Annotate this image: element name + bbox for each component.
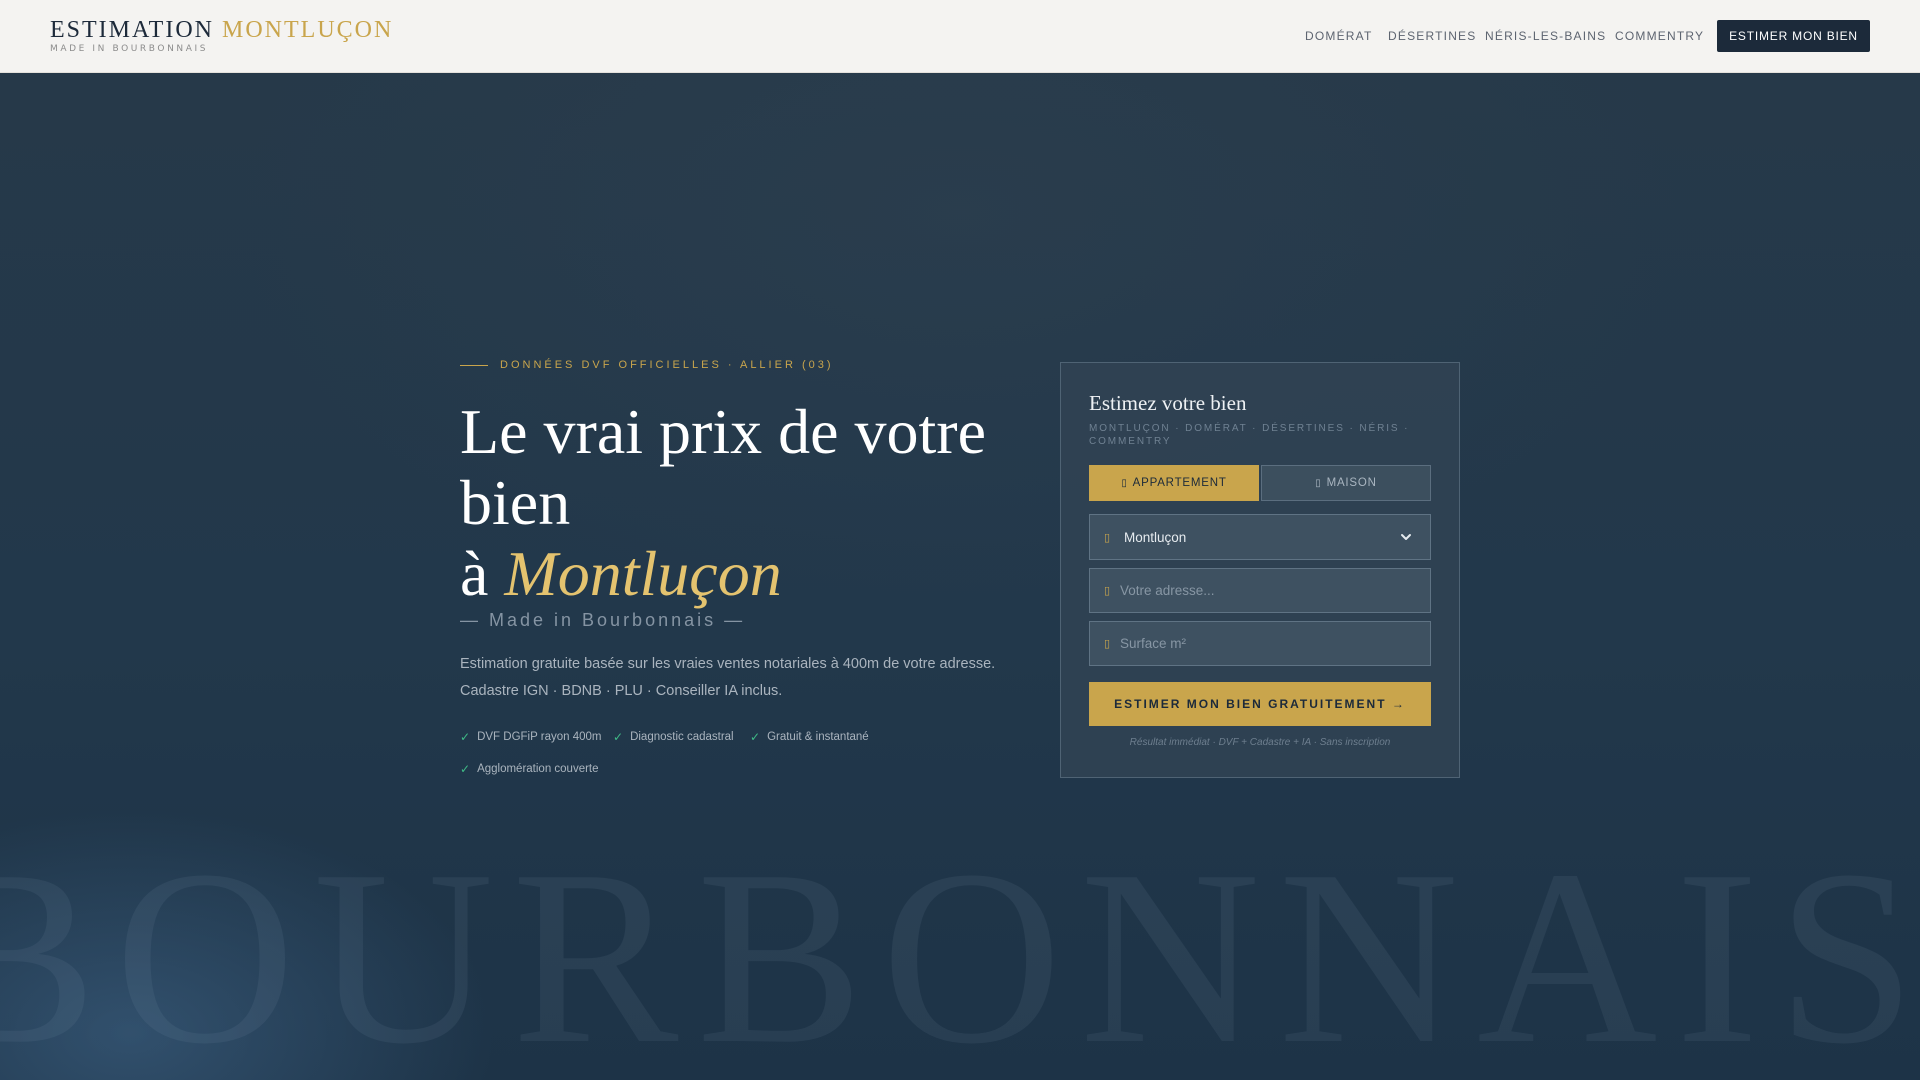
hero-headline: Le vrai prix de votre bien à Montluçon — [460, 396, 1020, 609]
surface-icon: ▯ — [1104, 638, 1111, 650]
feature-label: Diagnostic cadastral — [630, 731, 734, 743]
submit-estimate-button[interactable]: ESTIMER MON BIEN GRATUITEMENT → — [1089, 682, 1431, 726]
form-title: Estimez votre bien — [1089, 391, 1247, 415]
feature-item: ✓ Agglomération couverte — [460, 762, 599, 776]
city-select[interactable]: ▯ Montluçon — [1089, 514, 1431, 560]
eyebrow-text: DONNÉES DVF OFFICIELLES · ALLIER (03) — [500, 359, 834, 371]
house-icon: ▯ — [1315, 477, 1322, 489]
feature-label: Gratuit & instantané — [767, 731, 869, 743]
nav-link-domerat[interactable]: DOMÉRAT — [1305, 29, 1373, 43]
city-select-value: Montluçon — [1124, 529, 1187, 545]
check-icon: ✓ — [460, 762, 471, 776]
address-input[interactable] — [1120, 569, 1420, 612]
headline-city: Montluçon — [504, 538, 782, 609]
tab-appartement[interactable]: ▯ APPARTEMENT — [1089, 465, 1259, 501]
brand-tagline: MADE IN BOURBONNAIS — [50, 44, 209, 54]
hero-tagline: — Made in Bourbonnais — — [460, 610, 746, 630]
feature-label: Agglomération couverte — [477, 763, 599, 775]
brand-name: ESTIMATION MONTLUÇON — [50, 17, 393, 43]
form-subtitle: MONTLUÇON · DOMÉRAT · DÉSERTINES · NÉRIS… — [1089, 423, 1410, 447]
location-pin-icon: ▯ — [1104, 531, 1111, 544]
tab-label: APPARTEMENT — [1132, 477, 1227, 489]
check-icon: ✓ — [613, 730, 624, 744]
hero-description-line1: Estimation gratuite basée sur les vraies… — [460, 656, 996, 672]
feature-item: ✓ Gratuit & instantané — [750, 730, 869, 744]
check-icon: ✓ — [460, 730, 471, 744]
form-fine-print: Résultat immédiat · DVF + Cadastre + IA … — [1129, 737, 1391, 748]
brand-name-part2: MONTLUÇON — [222, 17, 394, 43]
chevron-down-icon — [1401, 534, 1411, 540]
headline-prefix: à — [460, 538, 489, 609]
feature-label: DVF DGFiP rayon 400m — [477, 731, 602, 743]
background-watermark-text: BOURBONNAIS — [0, 819, 1920, 1080]
brand-name-part1: ESTIMATION — [50, 17, 214, 43]
hero-eyebrow: DONNÉES DVF OFFICIELLES · ALLIER (03) — [460, 359, 834, 371]
property-type-tabs: ▯ APPARTEMENT ▯ MAISON — [1089, 465, 1431, 501]
brand-logo[interactable]: ESTIMATION MONTLUÇON MADE IN BOURBONNAIS — [50, 17, 393, 54]
feature-item: ✓ Diagnostic cadastral — [613, 730, 734, 744]
estimate-form-card: Estimez votre bien MONTLUÇON · DOMÉRAT ·… — [1060, 362, 1460, 778]
address-icon: ▯ — [1104, 585, 1111, 597]
top-navigation-bar: ESTIMATION MONTLUÇON MADE IN BOURBONNAIS… — [0, 0, 1920, 73]
hero-description-line2: Cadastre IGN · BDNB · PLU · Conseiller I… — [460, 683, 783, 699]
nav-link-desertines[interactable]: DÉSERTINES — [1388, 29, 1476, 43]
apartment-icon: ▯ — [1121, 477, 1128, 489]
estimate-cta-button[interactable]: ESTIMER MON BIEN — [1717, 20, 1870, 52]
headline-line1: Le vrai prix de votre bien — [460, 396, 986, 538]
tab-label: MAISON — [1326, 477, 1377, 489]
nav-link-commentry[interactable]: COMMENTRY — [1615, 29, 1704, 43]
check-icon: ✓ — [750, 730, 761, 744]
nav-link-neris-les-bains[interactable]: NÉRIS-LES-BAINS — [1485, 29, 1606, 43]
surface-field: ▯ — [1089, 621, 1431, 666]
hero-description: Estimation gratuite basée sur les vraies… — [460, 651, 1020, 705]
address-field: ▯ — [1089, 568, 1431, 613]
feature-item: ✓ DVF DGFiP rayon 400m — [460, 730, 601, 744]
tab-maison[interactable]: ▯ MAISON — [1261, 465, 1431, 501]
eyebrow-divider — [460, 364, 488, 366]
surface-input[interactable] — [1120, 622, 1420, 665]
